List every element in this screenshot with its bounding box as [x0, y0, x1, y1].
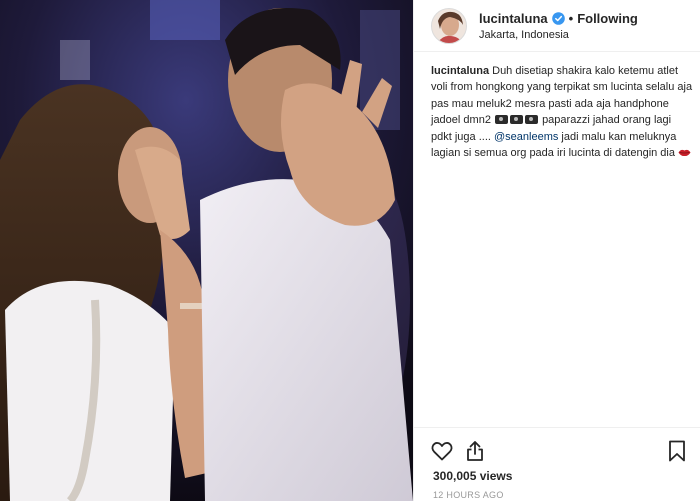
location-link[interactable]: Jakarta, Indonesia — [479, 29, 638, 41]
header-text: lucintaluna • Following Jakarta, Indones… — [479, 11, 638, 41]
camera-emoji-icon — [510, 115, 523, 125]
avatar-image — [432, 8, 466, 43]
camera-emoji-icon — [525, 115, 538, 125]
post-video[interactable] — [0, 0, 413, 501]
following-button[interactable]: Following — [577, 11, 638, 26]
avatar[interactable] — [431, 7, 467, 44]
caption-username-link[interactable]: lucintaluna — [431, 65, 489, 77]
mention-link[interactable]: @seanleems — [494, 131, 558, 143]
bookmark-icon[interactable] — [665, 439, 689, 463]
view-count[interactable]: 300,005 views — [433, 469, 512, 483]
post-header: lucintaluna • Following Jakarta, Indones… — [414, 0, 700, 52]
header-row: lucintaluna • Following — [479, 11, 638, 26]
username-link[interactable]: lucintaluna — [479, 11, 548, 26]
post-footer: 300,005 views 12 HOURS AGO — [414, 427, 700, 501]
action-bar — [430, 439, 689, 465]
header-separator: • — [568, 10, 574, 26]
share-icon[interactable] — [463, 439, 487, 463]
video-frame-image — [0, 0, 413, 501]
post-details-panel: lucintaluna • Following Jakarta, Indones… — [413, 0, 700, 501]
heart-icon[interactable] — [430, 439, 454, 463]
post-caption: lucintaluna Duh disetiap shakira kalo ke… — [431, 63, 693, 161]
post-timestamp[interactable]: 12 HOURS AGO — [433, 490, 504, 500]
verified-badge-icon — [551, 11, 565, 25]
lips-emoji-icon — [678, 149, 691, 157]
camera-emoji-icon — [495, 115, 508, 125]
